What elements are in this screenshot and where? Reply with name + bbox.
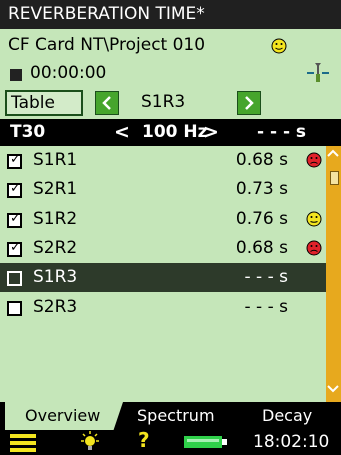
checkmark-icon: ✓ [10, 152, 21, 167]
frequency-next-button[interactable]: > [203, 119, 219, 146]
row-checkbox[interactable] [7, 301, 22, 316]
project-path: CF Card NT\Project 010 [8, 35, 206, 55]
menu-icon[interactable] [10, 433, 36, 453]
row-value: 0.68 s [235, 150, 288, 170]
next-position-button[interactable] [237, 91, 261, 115]
list-item[interactable]: ✓ S2R1 0.73 s [0, 175, 326, 204]
stop-icon [10, 69, 22, 81]
help-icon[interactable]: ? [138, 428, 150, 452]
battery-icon [184, 436, 227, 448]
checkmark-icon: ✓ [10, 240, 21, 255]
row-name: S1R3 [33, 267, 78, 287]
row-value: 0.73 s [235, 179, 288, 199]
list-item[interactable]: ✓ S1R1 0.68 s [0, 146, 326, 175]
checkmark-icon: ✓ [10, 181, 21, 196]
parameter-name[interactable]: T30 [10, 119, 45, 146]
measurement-antenna-icon [307, 63, 329, 82]
row-checkbox[interactable]: ✓ [7, 211, 22, 228]
checkmark-icon: ✓ [10, 211, 21, 226]
row-name: S2R2 [33, 238, 78, 258]
chevron-left-icon [102, 96, 111, 110]
measurement-list: ✓ S1R1 0.68 s ✓ S2R1 0.73 s ✓ S1R2 0.76 s ✓ S2R2 0.… [0, 146, 326, 402]
frequency-band: 100 Hz [142, 122, 208, 142]
row-value: - - - s [244, 297, 288, 317]
row-checkbox[interactable]: ✓ [7, 240, 22, 257]
list-item[interactable]: S2R3 - - - s [0, 293, 326, 322]
row-name: S1R2 [33, 209, 78, 229]
row-name: S2R3 [33, 297, 78, 317]
list-item[interactable]: ✓ S1R2 0.76 s [0, 205, 326, 234]
list-item[interactable]: S1R3 - - - s [0, 263, 326, 292]
row-checkbox[interactable]: ✓ [7, 152, 22, 169]
title-bar: REVERBERATION TIME* [0, 0, 341, 29]
frequency-prev-button[interactable]: < [114, 119, 130, 146]
scroll-down-icon[interactable] [327, 384, 339, 394]
clock: 18:02:10 [253, 432, 330, 452]
yellow-neutral-face-icon [306, 211, 322, 227]
tab-decay[interactable]: Decay [262, 402, 312, 430]
row-checkbox[interactable]: ✓ [7, 181, 22, 198]
row-name: S1R1 [33, 150, 78, 170]
row-checkbox[interactable] [7, 271, 22, 286]
red-sad-face-icon [306, 240, 322, 256]
red-sad-face-icon [306, 152, 322, 168]
parameter-value: - - - s [257, 122, 307, 142]
row-value: 0.68 s [235, 238, 288, 258]
tab-spectrum[interactable]: Spectrum [137, 402, 215, 430]
backlight-icon[interactable] [79, 431, 101, 453]
tab-overview[interactable]: Overview [5, 402, 123, 430]
chevron-right-icon [245, 96, 254, 110]
list-item[interactable]: ✓ S2R2 0.68 s [0, 234, 326, 263]
previous-position-button[interactable] [95, 91, 119, 115]
row-value: - - - s [244, 267, 288, 287]
page-title: REVERBERATION TIME* [8, 4, 205, 24]
scroll-thumb[interactable] [330, 171, 339, 185]
row-value: 0.76 s [235, 209, 288, 229]
yellow-smiley-icon [271, 38, 287, 54]
position-label: S1R3 [141, 92, 186, 112]
elapsed-timer: 00:00:00 [30, 63, 107, 83]
scroll-up-icon[interactable] [327, 148, 339, 158]
view-mode-select[interactable]: Table [5, 90, 83, 116]
row-name: S2R1 [33, 179, 78, 199]
